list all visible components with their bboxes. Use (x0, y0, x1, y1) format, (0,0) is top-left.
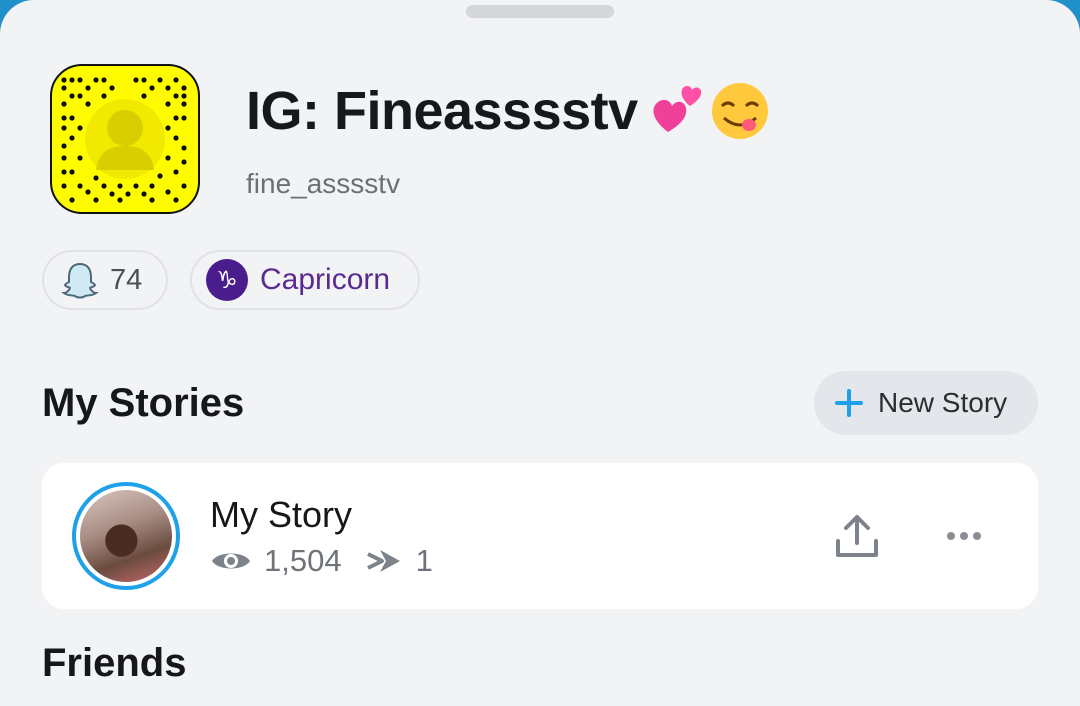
my-story-card[interactable]: My Story 1,504 1 (42, 463, 1038, 609)
plus-icon (835, 389, 863, 417)
zodiac-pill[interactable]: ♑ Capricorn (190, 250, 420, 310)
story-view-count: 1,504 (264, 543, 342, 578)
new-story-label: New Story (878, 387, 1008, 418)
story-title: My Story (210, 494, 353, 535)
more-options-icon[interactable] (944, 529, 984, 543)
drag-handle[interactable] (466, 5, 614, 18)
ghost-icon (61, 262, 99, 299)
snapcode-dots-icon (61, 77, 187, 203)
smiling-face-icon (712, 83, 768, 139)
my-stories-heading: My Stories (42, 381, 245, 425)
screenshot-arrows-icon (366, 550, 400, 572)
snapcode[interactable] (50, 64, 200, 214)
snap-score: 74 (110, 263, 143, 296)
story-thumbnail-image (80, 490, 172, 582)
story-thumbnail[interactable] (72, 482, 180, 590)
capricorn-icon: ♑ (206, 259, 248, 301)
share-upload-icon[interactable] (832, 511, 882, 561)
snap-score-pill[interactable]: 74 (42, 250, 168, 310)
display-name: IG: Fineasssstv (246, 81, 638, 141)
story-screenshot-count: 1 (415, 543, 433, 578)
story-stats: 1,504 1 (210, 541, 457, 581)
username: fine_asssstv (246, 168, 401, 199)
new-story-button[interactable]: New Story (814, 371, 1038, 435)
friends-heading: Friends (42, 641, 187, 685)
display-name-emojis (653, 83, 768, 139)
heart-icon (653, 86, 702, 132)
eye-icon (212, 553, 250, 569)
zodiac-label: Capricorn (260, 263, 391, 296)
profile-sheet: IG: Fineasssstv fine_asssstv 74 ♑ Capric… (0, 0, 1080, 706)
